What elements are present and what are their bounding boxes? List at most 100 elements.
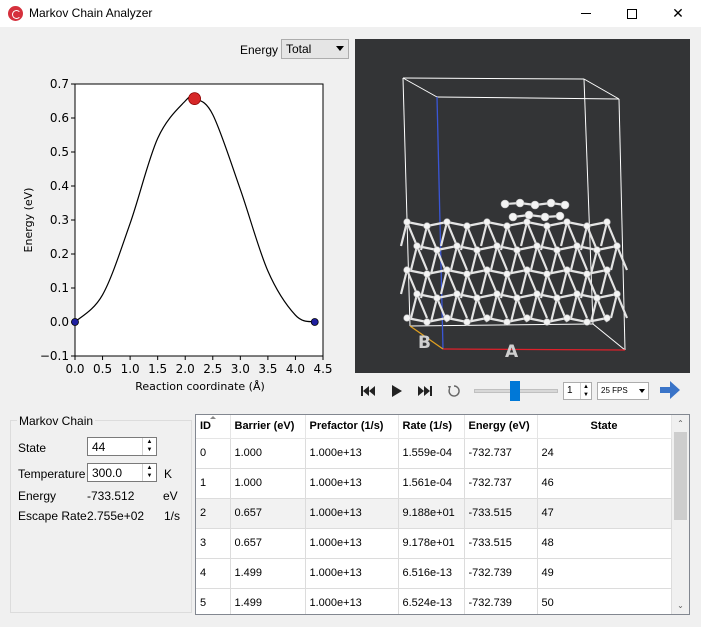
x-tick-label: 3.0 — [231, 362, 250, 376]
frame-slider-handle[interactable] — [510, 381, 520, 401]
plot-frame — [74, 83, 324, 357]
axis-label-b: B — [418, 333, 431, 353]
bond — [565, 269, 579, 295]
bond — [525, 221, 539, 247]
bond — [549, 249, 559, 275]
transitions-table: ID Barrier (eV) Prefactor (1/s) Rate (1/… — [195, 414, 690, 615]
skip-back-icon — [361, 386, 375, 396]
table-cell: 1.000e+13 — [305, 498, 399, 529]
maximize-icon — [627, 8, 637, 19]
atom — [483, 266, 491, 274]
spin-down-icon: ▼ — [146, 447, 153, 453]
atom — [423, 318, 431, 326]
bond — [445, 269, 459, 295]
bond — [409, 293, 419, 319]
atom — [593, 246, 601, 254]
table-header-row: ID Barrier (eV) Prefactor (1/s) Rate (1/… — [196, 415, 672, 439]
scroll-up-icon[interactable]: ⌃ — [672, 415, 689, 432]
table-cell: 6.524e-13 — [398, 588, 465, 614]
table-cell: 1.000 — [230, 438, 306, 469]
frame-value: 1 — [567, 385, 573, 396]
atom — [573, 290, 581, 298]
spin-down-icon: ▼ — [146, 473, 153, 479]
atom — [583, 270, 591, 278]
energy-value: -733.512 — [87, 489, 135, 503]
table-row[interactable]: 0 1.000 1.000e+13 1.559e-04 -732.737 24 — [196, 438, 672, 469]
atom — [500, 199, 510, 209]
minimize-button[interactable] — [563, 0, 609, 27]
x-tick-label: 1.0 — [121, 362, 140, 376]
scroll-down-icon[interactable]: ⌄ — [672, 597, 689, 614]
table-cell: 2 — [196, 498, 231, 529]
temperature-value: 300.0 — [92, 466, 123, 480]
bond — [589, 249, 599, 275]
bond — [565, 221, 579, 247]
column-header-state[interactable]: State — [537, 415, 672, 439]
table-cell: 4 — [196, 558, 231, 589]
bond — [609, 293, 619, 319]
table-cell: 50 — [537, 588, 672, 614]
table-cell: 0.657 — [230, 498, 306, 529]
table-cell: 1.000e+13 — [305, 588, 399, 614]
play-button[interactable] — [391, 383, 403, 399]
temperature-spinbox[interactable]: 300.0 ▲ ▼ — [87, 463, 157, 482]
structure-viewer[interactable]: B A — [355, 39, 690, 373]
table-row[interactable]: 2 0.657 1.000e+13 9.188e+01 -733.515 47 — [196, 498, 672, 529]
atom — [413, 290, 421, 298]
escape-rate-value: 2.755e+02 — [87, 509, 145, 523]
skip-forward-button[interactable] — [418, 383, 432, 399]
close-button[interactable]: ✕ — [655, 0, 701, 27]
table-row[interactable]: 5 1.499 1.000e+13 6.524e-13 -732.739 50 — [196, 588, 672, 614]
x-tick-label: 0.0 — [65, 362, 84, 376]
atom — [503, 318, 511, 326]
fps-dropdown[interactable]: 25 FPS — [597, 382, 649, 400]
x-tick-label: 1.5 — [148, 362, 167, 376]
energy-label: Energy — [240, 43, 279, 57]
bond — [599, 221, 609, 247]
column-header-rate[interactable]: Rate (1/s) — [398, 415, 465, 439]
bond — [489, 245, 499, 271]
column-header-energy[interactable]: Energy (eV) — [464, 415, 538, 439]
atom — [443, 218, 451, 226]
loop-button[interactable] — [447, 383, 461, 399]
bond — [405, 221, 419, 247]
table-cell: -732.739 — [464, 558, 538, 589]
table-scrollbar[interactable]: ⌃ ⌄ — [672, 415, 689, 614]
energy-dropdown-value: Total — [286, 42, 312, 56]
temperature-spin-arrows[interactable]: ▲ ▼ — [142, 464, 156, 481]
frame-spinbox[interactable]: 1 ▲ ▼ — [563, 382, 592, 400]
table-cell: 1.499 — [230, 558, 306, 589]
maximize-button[interactable] — [609, 0, 655, 27]
atom — [563, 266, 571, 274]
bond — [479, 221, 489, 247]
bond — [425, 225, 439, 251]
saddle-point-marker — [188, 92, 201, 106]
bond — [615, 293, 629, 319]
bond — [409, 245, 419, 271]
spin-up-icon: ▲ — [146, 439, 153, 445]
table-row[interactable]: 4 1.499 1.000e+13 6.516e-13 -732.739 49 — [196, 558, 672, 589]
arrow-right-icon — [660, 381, 680, 399]
loop-icon — [448, 385, 460, 397]
next-state-button[interactable] — [659, 380, 681, 403]
atom — [603, 314, 611, 322]
frame-spin-arrows[interactable]: ▲ ▼ — [580, 383, 591, 399]
atom — [546, 198, 556, 208]
state-spinbox[interactable]: 44 ▲ ▼ — [87, 437, 157, 456]
atom — [483, 314, 491, 322]
table-row[interactable]: 3 0.657 1.000e+13 9.178e+01 -733.515 48 — [196, 528, 672, 559]
table-cell: 9.178e+01 — [398, 528, 465, 559]
state-spin-arrows[interactable]: ▲ ▼ — [142, 438, 156, 455]
table-cell: 0.657 — [230, 528, 306, 559]
column-header-id[interactable]: ID — [196, 415, 231, 439]
energy-dropdown[interactable]: Total — [281, 39, 349, 59]
atom — [560, 200, 570, 210]
scrollbar-thumb[interactable] — [674, 432, 687, 520]
skip-back-button[interactable] — [361, 383, 375, 399]
table-cell: -732.737 — [464, 438, 538, 469]
atom — [530, 200, 540, 210]
table-row[interactable]: 1 1.000 1.000e+13 1.561e-04 -732.737 46 — [196, 468, 672, 499]
minimize-icon — [581, 13, 591, 14]
column-header-barrier[interactable]: Barrier (eV) — [230, 415, 306, 439]
column-header-prefactor[interactable]: Prefactor (1/s) — [305, 415, 399, 439]
